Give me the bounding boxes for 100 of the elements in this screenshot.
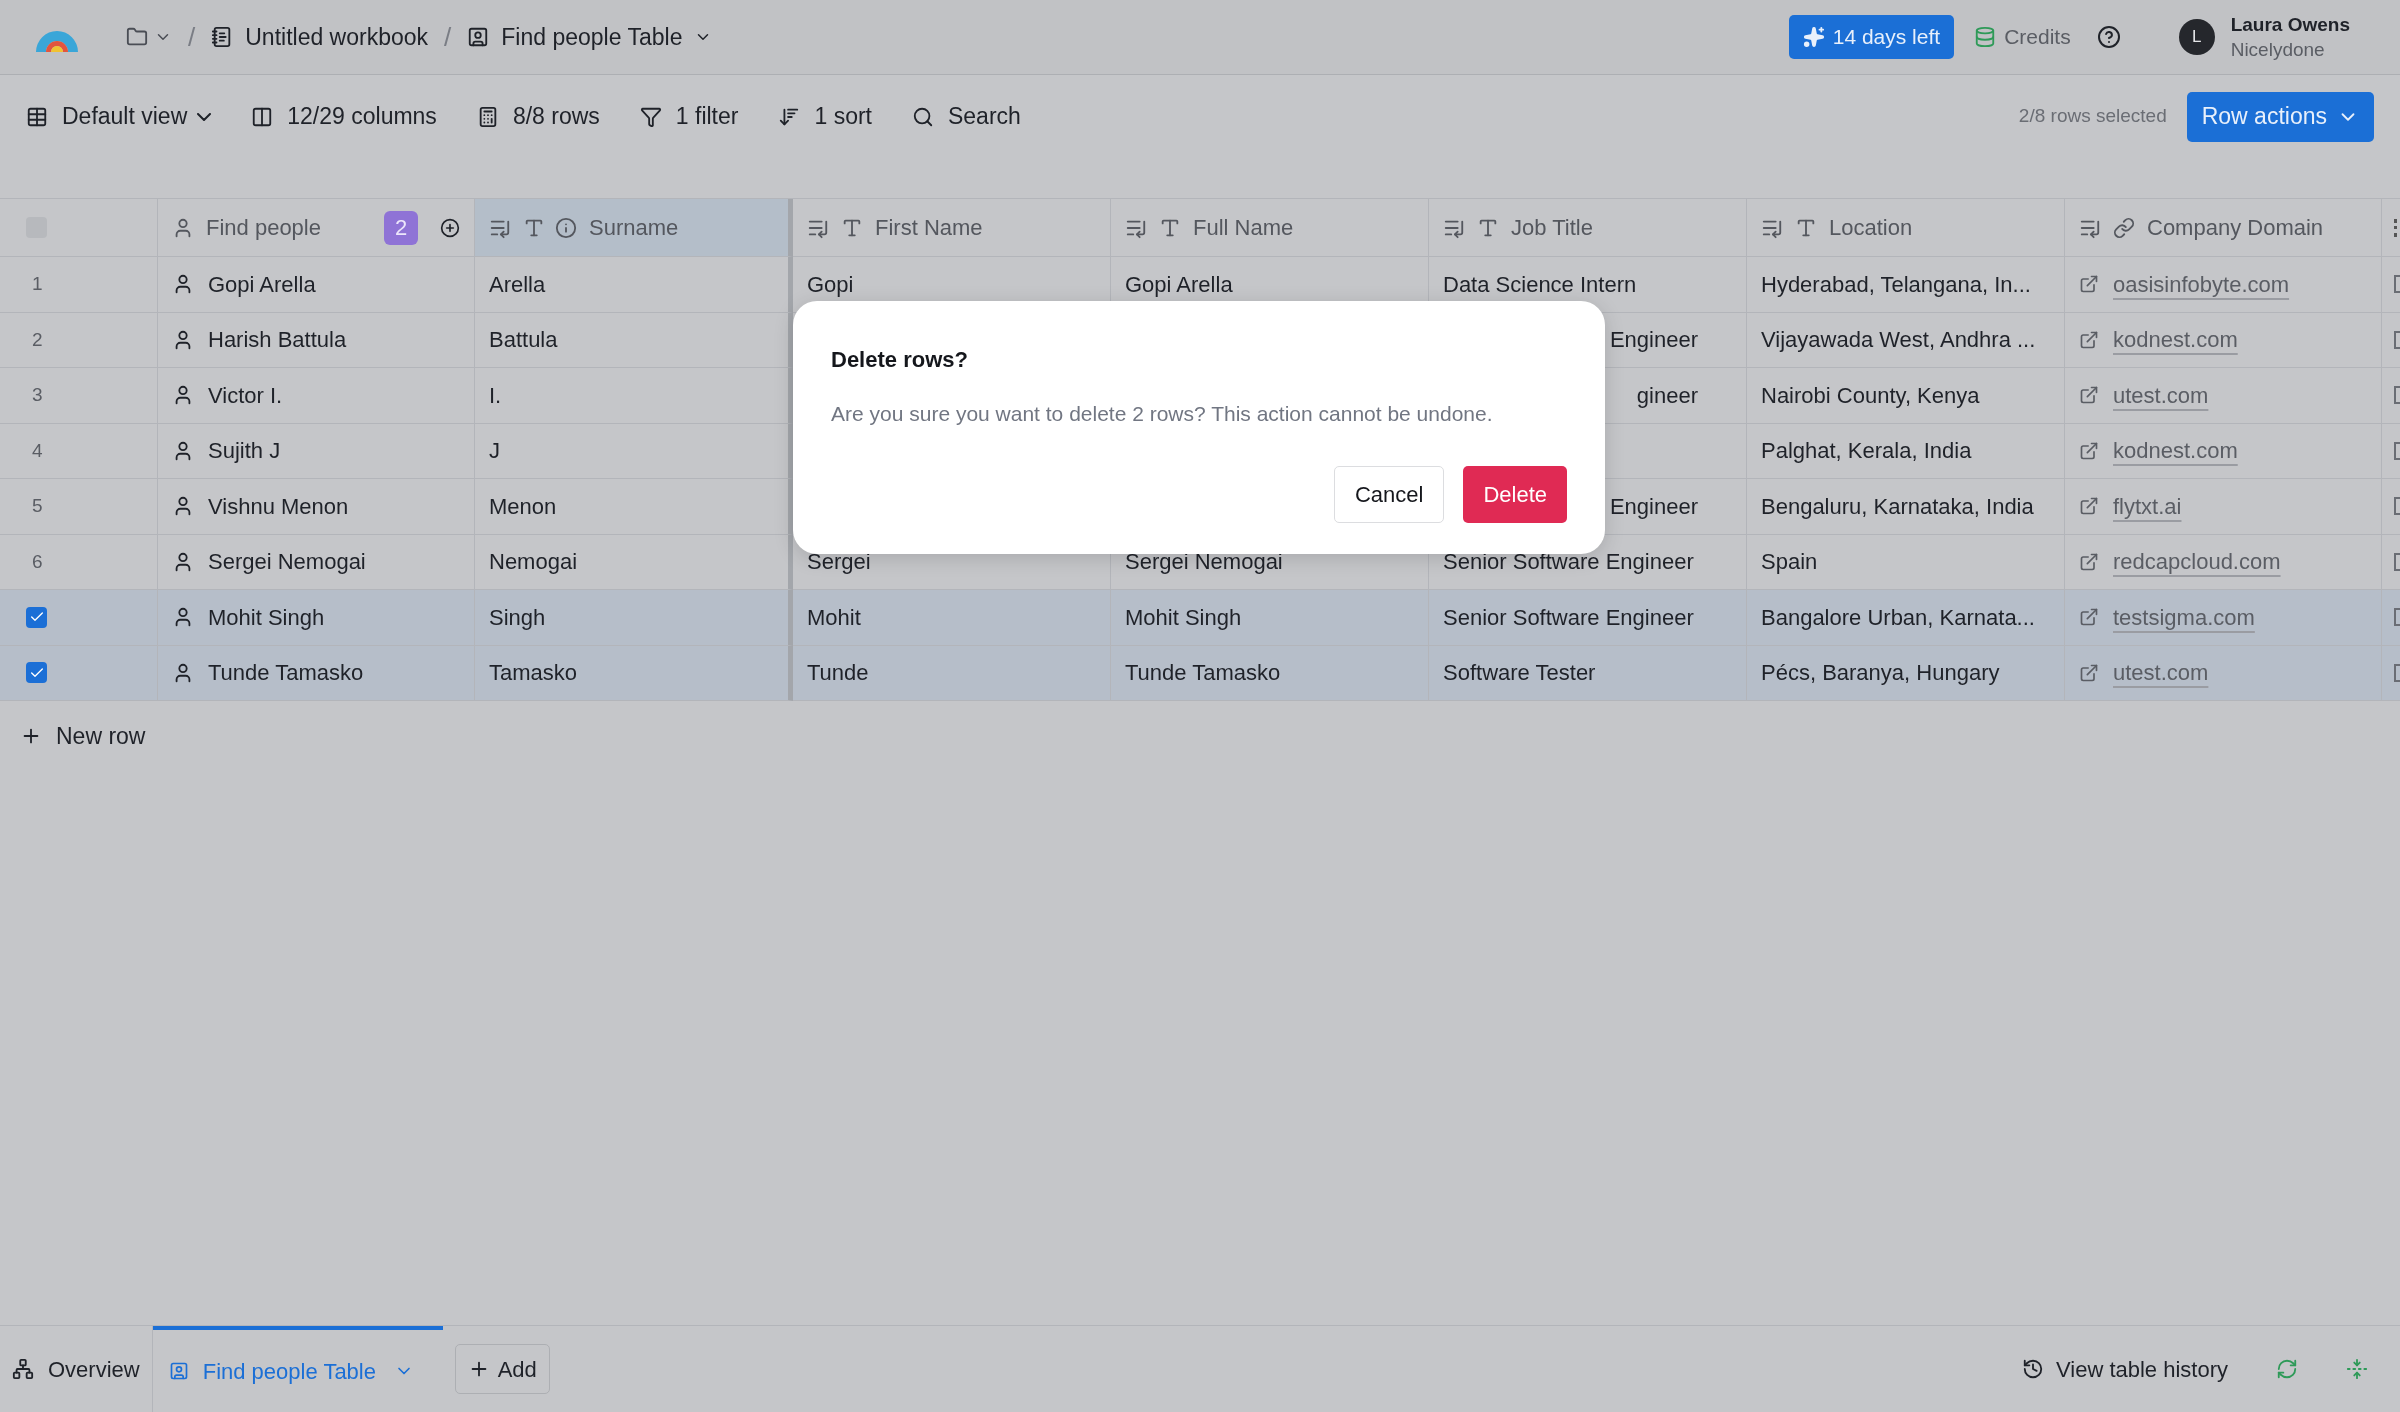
- table-cell-text: Senior Software Engineer: [1443, 603, 1694, 632]
- filter-icon: [639, 105, 662, 128]
- toolbar-button[interactable]: Default view: [26, 99, 212, 134]
- user-avatar[interactable]: L: [2178, 19, 2215, 55]
- column-header[interactable]: Location: [1747, 199, 2065, 257]
- selection-count: 2/8 rows selected: [2018, 104, 2167, 129]
- domain-link[interactable]: kodnest.com: [2113, 323, 2238, 357]
- table-cell-text: Pécs, Baranya, Hungary: [1761, 659, 2000, 688]
- collapse-icon[interactable]: [2346, 1358, 2368, 1380]
- row-number: 4: [32, 438, 43, 463]
- column-header[interactable]: Company Domain: [2065, 199, 2382, 257]
- domain-link[interactable]: redcapcloud.com: [2113, 545, 2281, 579]
- table-icon: [467, 26, 490, 48]
- table-cell-text: Data Science Intern: [1443, 270, 1637, 299]
- search-button[interactable]: Search: [912, 99, 1021, 134]
- domain-link[interactable]: flytxt.ai: [2113, 489, 2182, 523]
- domain-link[interactable]: utest.com: [2113, 656, 2209, 690]
- table-cell-text: Sujith J: [208, 437, 281, 466]
- toolbar-button[interactable]: 1 sort: [778, 99, 872, 134]
- chevron-down-icon: [197, 112, 212, 121]
- dialog-message: Are you sure you want to delete 2 rows? This action cannot be undone.: [831, 401, 1494, 427]
- table-cell-text: Software Tester: [1443, 659, 1596, 688]
- table-cell-text: Engineer: [1609, 492, 1698, 521]
- column-header[interactable]: Find people 2: [158, 199, 475, 257]
- table-cell-text: Battula: [489, 326, 558, 355]
- table-cell-text: Spain: [1761, 548, 1818, 577]
- column-header[interactable]: Surname: [475, 199, 793, 257]
- history-button[interactable]: View table history: [2022, 1352, 2228, 1386]
- table-cell-text: Palghat, Kerala, India: [1761, 437, 1972, 466]
- column-label: Company Domain: [2147, 214, 2324, 242]
- external-link-icon[interactable]: [2079, 440, 2099, 461]
- external-link-icon[interactable]: [2079, 496, 2099, 517]
- columns-icon: [251, 105, 274, 128]
- sparkles-icon: [1802, 26, 1825, 48]
- menu-dots-icon[interactable]: [2394, 218, 2397, 237]
- external-link-icon[interactable]: [2079, 329, 2099, 350]
- row-checkbox[interactable]: [26, 606, 47, 628]
- external-link-icon[interactable]: [2079, 607, 2099, 628]
- table-cell-text: I.: [489, 381, 502, 410]
- column-label: Full Name: [1193, 214, 1294, 242]
- toolbar-button[interactable]: 8/8 rows: [476, 99, 600, 134]
- search-icon: [912, 105, 934, 128]
- dialog-title: Delete rows?: [831, 346, 969, 374]
- breadcrumb-separator: /: [188, 20, 196, 54]
- domain-link[interactable]: kodnest.com: [2113, 434, 2238, 468]
- table-cell-text: Singh: [489, 603, 546, 632]
- table-cell-text: Harish Battula: [208, 326, 347, 355]
- table-cell-text: Sergei: [807, 548, 871, 577]
- row-number: 2: [32, 327, 43, 352]
- table-cell-text: gineer: [1636, 381, 1698, 410]
- domain-link[interactable]: utest.com: [2113, 378, 2209, 412]
- add-icon[interactable]: [440, 217, 460, 238]
- table-cell-text: Senior Software Engineer: [1443, 548, 1694, 577]
- table-cell-text: Hyderabad, Telangana, In...: [1761, 270, 2031, 299]
- delete-button[interactable]: Delete: [1463, 465, 1567, 523]
- column-header[interactable]: Job Title: [1429, 199, 1747, 257]
- column-header[interactable]: Full Name: [1111, 199, 1429, 257]
- folder-icon[interactable]: [126, 26, 148, 48]
- sheet-tab[interactable]: Find people Table: [152, 1326, 443, 1412]
- refresh-icon[interactable]: [2276, 1358, 2298, 1380]
- new-row-button[interactable]: New row: [20, 719, 146, 754]
- row-checkbox[interactable]: [26, 662, 47, 684]
- toolbar-button[interactable]: 1 filter: [639, 99, 739, 134]
- trial-button[interactable]: 14 days left: [1788, 15, 1955, 59]
- external-link-icon[interactable]: [2079, 551, 2099, 572]
- row-actions-button[interactable]: Row actions: [2186, 91, 2374, 142]
- column-label: First Name: [875, 214, 983, 242]
- table-cell-text: Victor I.: [208, 381, 283, 410]
- workbook-link[interactable]: Untitled workbook: [245, 19, 429, 55]
- breadcrumb-separator: /: [444, 20, 452, 54]
- table-cell-text: Bengaluru, Karnataka, India: [1761, 492, 2034, 521]
- table-cell-text: Gopi Arella: [1125, 270, 1233, 299]
- table-cell-text: Bangalore Urban, Karnata...: [1761, 603, 2035, 632]
- history-icon: [2022, 1358, 2044, 1380]
- add-button[interactable]: Add: [454, 1344, 550, 1394]
- count-badge: 2: [384, 210, 418, 245]
- table-cell-text: Arella: [489, 270, 546, 299]
- diagram-icon: [12, 1358, 34, 1380]
- external-link-icon[interactable]: [2079, 662, 2099, 683]
- help-icon[interactable]: [2096, 25, 2121, 49]
- table-cell-text: Sergei Nemogai: [208, 548, 366, 577]
- table-cell-text: Tunde: [807, 659, 869, 688]
- table-cell-text: Sergei Nemogai: [1125, 548, 1283, 577]
- credits-label[interactable]: Credits: [2004, 21, 2071, 53]
- domain-link[interactable]: oasisinfobyte.com: [2113, 267, 2290, 301]
- overview-tab[interactable]: Overview: [0, 1326, 153, 1412]
- organization-name: Nicelydone: [2230, 38, 2326, 62]
- external-link-icon[interactable]: [2079, 385, 2099, 406]
- row-number: 1: [32, 272, 43, 296]
- toolbar-button[interactable]: 12/29 columns: [251, 99, 437, 134]
- table-cell-text: Nemogai: [489, 548, 578, 577]
- table-cell-text: Tamasko: [489, 659, 578, 688]
- column-label: Job Title: [1511, 214, 1593, 242]
- database-icon: [1974, 25, 1997, 49]
- column-header[interactable]: First Name: [793, 199, 1111, 257]
- table-dropdown[interactable]: Find people Table: [501, 19, 713, 55]
- table-cell-text: Vijayawada West, Andhra ...: [1761, 326, 2036, 355]
- external-link-icon[interactable]: [2079, 274, 2099, 295]
- cancel-button[interactable]: Cancel: [1333, 465, 1445, 523]
- table-cell-text: Tunde Tamasko: [208, 659, 364, 688]
